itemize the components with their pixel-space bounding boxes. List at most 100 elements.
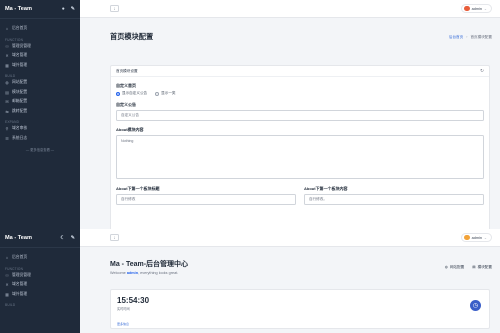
- site-config-button[interactable]: ◍ 网站配置: [445, 265, 465, 270]
- sidebar-item-label: 域名管理: [12, 282, 28, 287]
- card-title: 首页模块设置: [116, 68, 138, 73]
- custom-notice-value: 自定义公告: [121, 113, 139, 117]
- radio-show-custom-notice[interactable]: 显示自定义公告: [116, 91, 147, 96]
- user-menu[interactable]: admin ⌄: [461, 3, 492, 14]
- radio-checked-icon: [116, 91, 120, 96]
- dashboard-title: Ma - Team-后台管理中心: [110, 261, 189, 268]
- welcome-user: admin: [126, 271, 139, 275]
- brand-name: Ma - Team: [5, 235, 32, 241]
- sidebar-item-label: 邮箱配置: [12, 99, 28, 104]
- username: admin: [471, 235, 482, 240]
- brand-bar: Ma - Team ● ✎: [0, 0, 80, 18]
- grid-icon: ▦: [5, 291, 9, 297]
- about-sub-fields: About下第一个板块标题 自行修改 About下第一个板块内容 自行修改。: [116, 183, 484, 205]
- user-check-icon: ⚲: [5, 126, 9, 132]
- username: admin: [471, 6, 482, 11]
- topbar: ⁞ admin ⌄: [80, 0, 500, 18]
- sidebar-item-label: 后台首页: [12, 26, 28, 31]
- module-config-button[interactable]: ▤ 模块配置: [472, 265, 492, 270]
- action-label: 模块配置: [477, 264, 492, 269]
- sidebar-item-site-config[interactable]: ◍ 网站配置: [0, 78, 80, 88]
- sidebar-item-home[interactable]: ⌂ 后台首页: [0, 253, 80, 263]
- sidebar-item-label: 网站配置: [12, 80, 28, 85]
- section-label-function: FUNCTION: [5, 266, 24, 271]
- moon-icon[interactable]: ☾: [60, 235, 64, 241]
- menu-toggle-button[interactable]: ⁞: [110, 234, 119, 241]
- sidebar-item-label: 跳转配置: [12, 108, 28, 113]
- edit-icon[interactable]: ✎: [71, 235, 75, 241]
- clock-more-link[interactable]: 更多信息: [117, 322, 129, 326]
- clock-card: 15:54:30 实时时间 ◷ 更多信息: [110, 289, 490, 329]
- section-label-build: BUILD: [5, 303, 16, 307]
- about-title1-value: 自行修改: [121, 197, 136, 201]
- about-content-label: About模块内容: [116, 127, 144, 132]
- log-icon: ☰: [5, 135, 9, 141]
- user-menu[interactable]: admin ⌄: [461, 232, 492, 243]
- sidebar-item-domain-review[interactable]: ⚲ 域名审核: [0, 124, 80, 134]
- section-label-function: FUNCTION: [5, 37, 24, 42]
- sidebar-item-external[interactable]: ▦ 域外管理: [0, 290, 80, 300]
- chevron-down-icon: ⌄: [483, 235, 487, 240]
- sidebar-item-domains[interactable]: ✕ 域名管理: [0, 280, 80, 290]
- topbar: ⁞ admin ⌄: [80, 229, 500, 247]
- main-content: ⁞ admin ⌄ Ma - Team-后台管理中心 Welcome admin…: [80, 229, 500, 333]
- custom-notice-input[interactable]: 自定义公告: [116, 110, 484, 121]
- sidebar-item-label: 管理员管理: [12, 43, 31, 48]
- mail-icon: ✉: [5, 99, 9, 105]
- breadcrumb-home-link[interactable]: 后台首页: [449, 35, 463, 39]
- about-content-textarea[interactable]: Nothing: [116, 135, 484, 179]
- sidebar-item-label: 域外管理: [12, 291, 28, 296]
- sidebar-item-label: 管理员管理: [12, 272, 31, 277]
- refresh-icon[interactable]: ↻: [480, 68, 484, 74]
- radio-label: 显示一类: [161, 91, 176, 95]
- avatar: [464, 5, 470, 12]
- sidebar-item-redirect-config[interactable]: ⇆ 跳转配置: [0, 107, 80, 117]
- brand-name: Ma - Team: [5, 6, 32, 12]
- about-content1-value: 自行修改。: [309, 197, 327, 201]
- card-header: 首页模块设置 ↻: [111, 66, 489, 77]
- brand-bar: Ma - Team ☾ ✎: [0, 229, 80, 247]
- clock-icon: ◷: [470, 300, 481, 311]
- sidebar-item-module-config[interactable]: ▤ 模块配置: [0, 88, 80, 98]
- action-label: 网站配置: [449, 264, 465, 269]
- radio-show-one-class[interactable]: 显示一类: [155, 91, 176, 96]
- sidebar-item-admins[interactable]: ⚇ 管理员管理: [0, 42, 80, 52]
- home-icon: ⌂: [5, 26, 9, 32]
- sidebar-item-external[interactable]: ▦ 域外管理: [0, 61, 80, 71]
- radio-label: 显示自定义公告: [122, 91, 148, 95]
- about-content1-label: About下第一个板块内容: [304, 186, 348, 191]
- sidebar-item-mail-config[interactable]: ✉ 邮箱配置: [0, 97, 80, 107]
- sidebar-item-label: 后台首页: [12, 255, 28, 260]
- more-info-link[interactable]: — 更多信息查看 —: [0, 143, 80, 152]
- section-label-expand: EXPAND: [5, 120, 20, 124]
- grid-icon: ▦: [5, 62, 9, 68]
- module-icon: ▤: [472, 265, 476, 269]
- theme-toggle-icon[interactable]: ●: [62, 6, 65, 12]
- welcome-suffix: , everything looks great.: [138, 271, 179, 275]
- module-icon: ▤: [5, 89, 9, 95]
- sidebar-item-label: 域外管理: [12, 62, 28, 67]
- menu-toggle-button[interactable]: ⁞: [110, 5, 119, 12]
- redirect-icon: ⇆: [5, 108, 9, 114]
- sidebar: Ma - Team ☾ ✎ ⌂ 后台首页 FUNCTION ⚇ 管理员管理 ✕ …: [0, 229, 80, 333]
- about-content1-input[interactable]: 自行修改。: [304, 194, 484, 205]
- sidebar-item-label: 模块配置: [12, 89, 28, 94]
- sidebar-item-label: 域名管理: [12, 53, 28, 58]
- sidebar-item-domains[interactable]: ✕ 域名管理: [0, 51, 80, 61]
- quick-actions: ◍ 网站配置 ▤ 模块配置: [445, 265, 492, 270]
- avatar: [464, 234, 470, 241]
- breadcrumb-separator-icon: ›: [466, 34, 468, 39]
- custom-notice-label: 自定义公告: [116, 102, 136, 107]
- about-title1-input[interactable]: 自行修改: [116, 194, 296, 205]
- sidebar-item-home[interactable]: ⌂ 后台首页: [0, 24, 80, 34]
- about-content-value: Nothing: [121, 139, 134, 143]
- sidebar-item-label: 域名审核: [12, 126, 28, 131]
- radio-unchecked-icon: [155, 91, 160, 96]
- main-content: ⁞ admin ⌄ 首页模块配置 后台首页 › 首页模块配置 首页模块设置 ↻ 自定…: [80, 0, 500, 229]
- welcome-message: Welcome admin, everything looks great.: [110, 271, 188, 275]
- sidebar-item-system-log[interactable]: ☰ 系统日志: [0, 134, 80, 144]
- clock-label: 实时时间: [117, 307, 130, 311]
- sidebar-item-admins[interactable]: ⚇ 管理员管理: [0, 271, 80, 281]
- sidebar-item-label: 系统日志: [12, 135, 28, 140]
- edit-icon[interactable]: ✎: [71, 6, 75, 12]
